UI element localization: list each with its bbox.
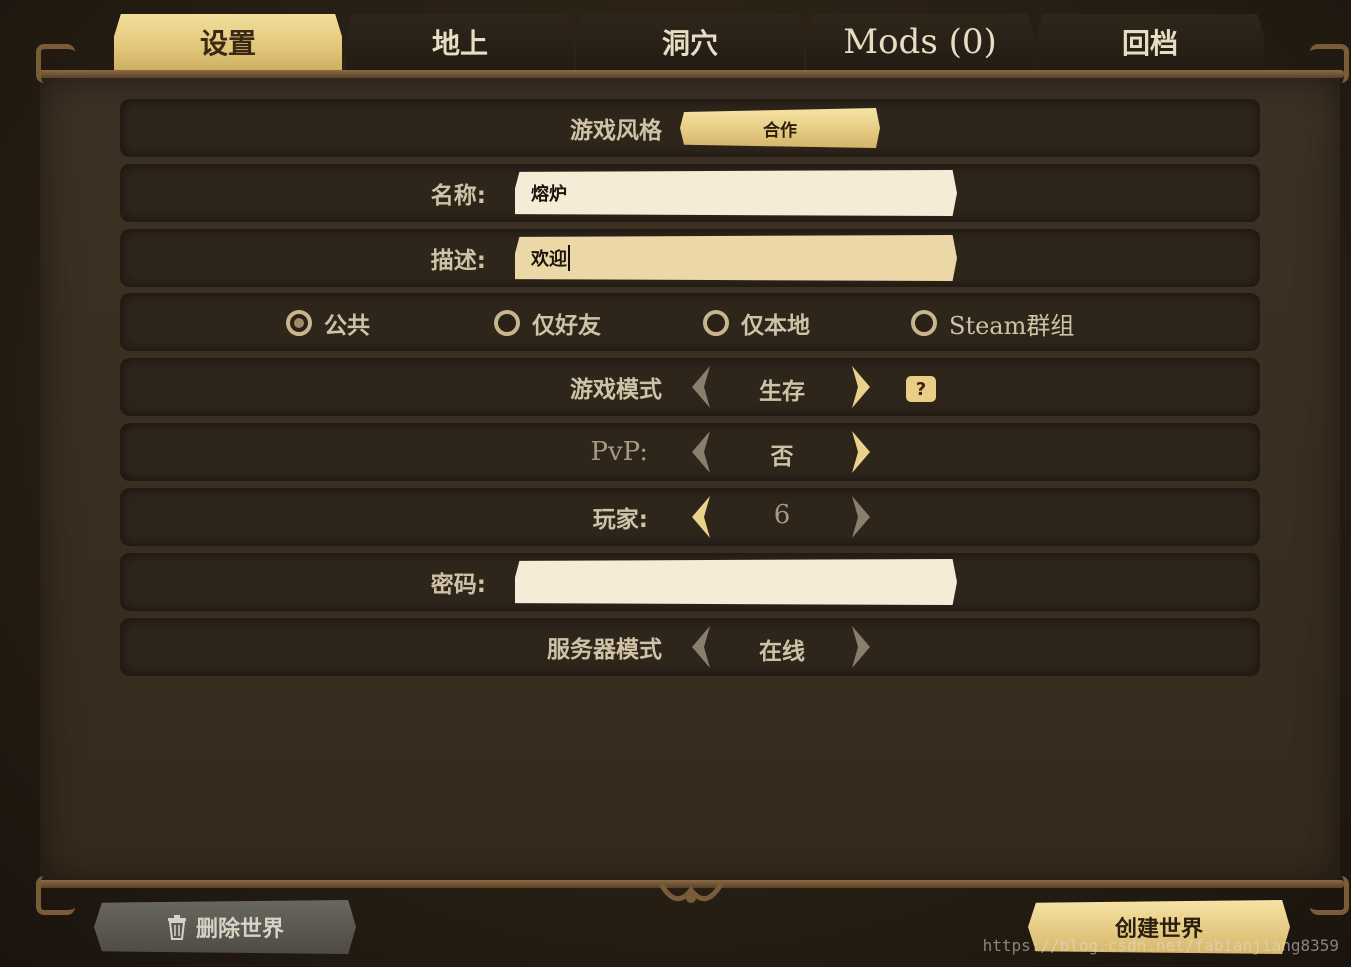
players-next-arrow-icon[interactable] xyxy=(848,494,874,540)
pvp-label-wrap: PvP: xyxy=(120,423,648,481)
pvp-value: 否 xyxy=(770,444,794,470)
watermark-text: https://blog.csdn.net/fabianjiang8359 xyxy=(982,936,1339,955)
name-value: 熔炉 xyxy=(531,184,567,205)
radio-icon xyxy=(703,310,729,336)
tab-caves[interactable]: 洞穴 xyxy=(576,14,804,70)
tab-surface[interactable]: 地上 xyxy=(346,14,574,70)
corner-ornament-top-right xyxy=(1310,44,1349,83)
description-value: 欢迎 xyxy=(531,249,567,270)
radio-local-only[interactable]: 仅本地 xyxy=(703,303,810,343)
game-style-label: 游戏风格 xyxy=(570,118,662,144)
radio-selected-icon xyxy=(286,310,312,336)
frame-top-bar xyxy=(36,70,1344,78)
help-icon[interactable]: ? xyxy=(906,376,936,402)
game-mode-label-wrap: 游戏模式 xyxy=(120,358,662,416)
corner-ornament-top-left xyxy=(36,44,75,83)
description-label: 描述: xyxy=(430,248,486,274)
radio-steam-group[interactable]: Steam群组 xyxy=(911,303,1074,343)
radio-public[interactable]: 公共 xyxy=(286,303,370,343)
delete-world-label: 删除世界 xyxy=(195,917,284,942)
game-mode-prev-arrow-icon[interactable] xyxy=(688,364,714,410)
radio-icon xyxy=(494,310,520,336)
pvp-next-arrow-icon[interactable] xyxy=(848,429,874,475)
players-label-wrap: 玩家: xyxy=(120,488,648,546)
description-label-wrap: 描述: xyxy=(120,229,486,287)
radio-icon xyxy=(911,310,937,336)
name-label: 名称: xyxy=(430,183,486,209)
password-label: 密码: xyxy=(430,572,486,598)
server-mode-prev-arrow-icon[interactable] xyxy=(688,624,714,670)
password-label-wrap: 密码: xyxy=(120,553,486,611)
radio-local-label: 仅本地 xyxy=(741,313,810,339)
name-input[interactable]: 熔炉 xyxy=(515,170,957,216)
tab-mods[interactable]: Mods (0) xyxy=(806,14,1034,70)
corner-ornament-bottom-right xyxy=(1310,876,1349,915)
text-caret xyxy=(568,245,570,271)
pvp-label: PvP: xyxy=(590,437,648,467)
trash-icon xyxy=(167,915,186,940)
tab-rollback[interactable]: 回档 xyxy=(1036,14,1264,70)
delete-world-button[interactable]: 删除世界 xyxy=(94,900,356,954)
game-style-button[interactable]: 合作 xyxy=(680,108,880,148)
emblem-icon xyxy=(658,882,724,903)
corner-ornament-bottom-left xyxy=(36,876,75,915)
description-input[interactable]: 欢迎 xyxy=(515,235,957,281)
server-mode-label-wrap: 服务器模式 xyxy=(120,618,662,676)
server-mode-label: 服务器模式 xyxy=(547,637,662,663)
radio-friends-label: 仅好友 xyxy=(532,313,601,339)
game-mode-value: 生存 xyxy=(759,379,805,405)
game-mode-label: 游戏模式 xyxy=(570,377,662,403)
name-label-wrap: 名称: xyxy=(120,164,486,222)
password-input[interactable] xyxy=(515,559,957,605)
radio-public-label: 公共 xyxy=(324,313,370,339)
radio-steam-label: Steam群组 xyxy=(949,311,1075,340)
game-style-label-wrap: 游戏风格 xyxy=(120,99,662,157)
players-prev-arrow-icon[interactable] xyxy=(688,494,714,540)
radio-friends-only[interactable]: 仅好友 xyxy=(494,303,601,343)
server-mode-next-arrow-icon[interactable] xyxy=(848,624,874,670)
players-label: 玩家: xyxy=(592,507,648,533)
game-mode-next-arrow-icon[interactable] xyxy=(848,364,874,410)
server-mode-value: 在线 xyxy=(759,639,805,665)
tab-settings[interactable]: 设置 xyxy=(114,14,342,70)
pvp-prev-arrow-icon[interactable] xyxy=(688,429,714,475)
players-value: 6 xyxy=(773,500,791,530)
